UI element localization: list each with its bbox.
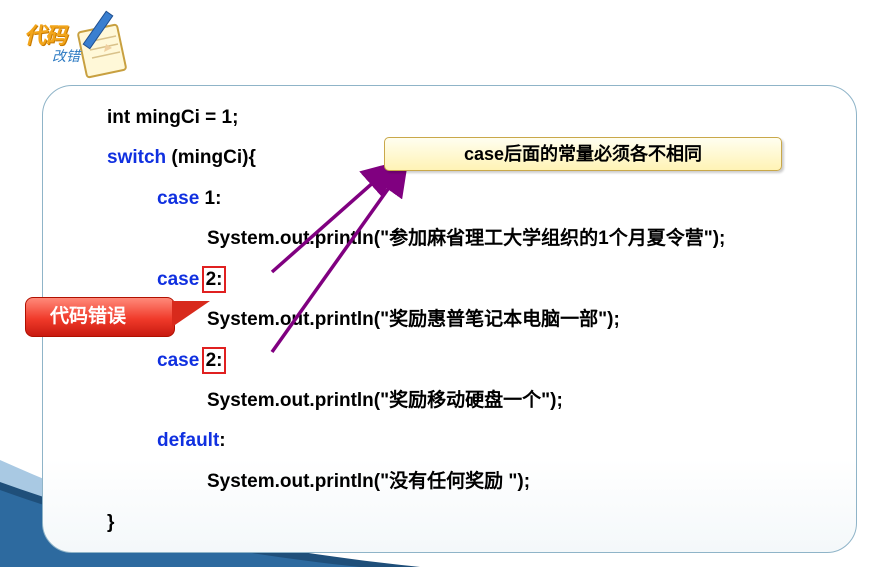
code-text: int mingCi = 1; [107,107,239,128]
error-highlight-box: 2: [201,347,227,374]
code-line-println-4: System.out.println("没有任何奖励 "); [207,470,530,494]
code-text: System.out.println("奖励惠普笔记本电脑一部"); [207,309,620,330]
code-line-case-2: case 2: [157,266,227,293]
code-text: : [219,430,226,451]
code-line-switch: switch (mingCi){ [107,146,256,170]
code-line-close-brace: } [107,511,114,535]
error-highlight-box: 2: [201,266,227,293]
code-line-println-1: System.out.println("参加麻省理工大学组织的1个月夏令营"); [207,227,725,251]
keyword-case: case [157,188,200,209]
code-text: System.out.println("奖励移动硬盘一个"); [207,390,563,411]
logo-subtitle: 改错 [52,49,80,65]
callout-note: case后面的常量必须各不相同 [384,137,782,171]
code-text: System.out.println("参加麻省理工大学组织的1个月夏令营"); [207,228,726,249]
code-line-default: default: [157,429,226,453]
error-label-text: 代码错误 [50,306,127,327]
error-label-pointer [172,301,210,327]
logo: 代码 改错 [20,8,130,80]
code-text: } [107,512,115,533]
keyword-case: case [157,269,200,290]
keyword-switch: switch [107,147,167,168]
code-line-case-3: case 2: [157,347,227,374]
code-line-declaration: int mingCi = 1; [107,106,238,130]
code-text: (mingCi){ [166,147,256,168]
code-line-println-3: System.out.println("奖励移动硬盘一个"); [207,389,563,413]
code-text: System.out.println("没有任何奖励 "); [207,471,531,492]
code-line-println-2: System.out.println("奖励惠普笔记本电脑一部"); [207,308,620,332]
error-label: 代码错误 [25,297,175,337]
code-line-case-1: case 1: [157,187,221,211]
case-value: 1: [199,188,222,209]
keyword-default: default [157,430,220,451]
keyword-case: case [157,350,200,371]
